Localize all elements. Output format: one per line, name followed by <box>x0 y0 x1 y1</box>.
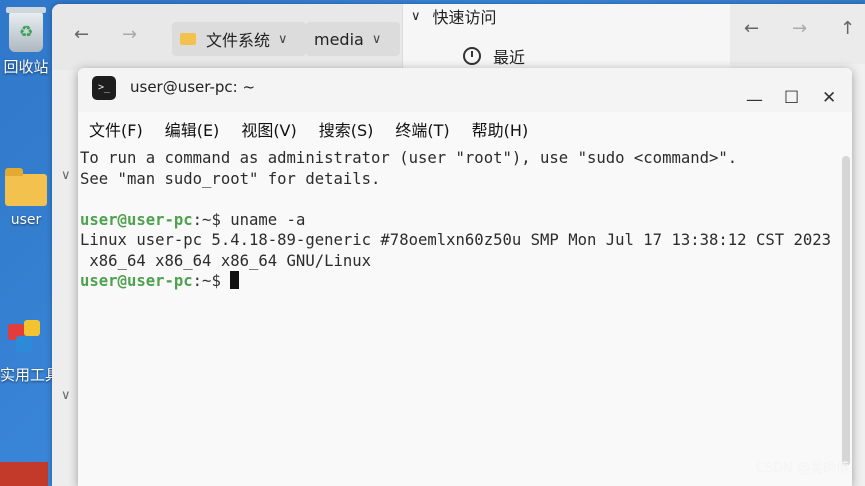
minimize-icon[interactable]: — <box>746 90 763 110</box>
desktop-icon-label: 回收站 <box>3 58 49 76</box>
taskbar-fragment <box>0 462 48 486</box>
breadcrumb-label: media <box>314 29 364 49</box>
menu-edit[interactable]: 编辑(E) <box>165 116 220 146</box>
back-arrow-icon[interactable]: ← <box>74 24 89 45</box>
menu-file[interactable]: 文件(F) <box>89 116 143 146</box>
up-arrow-icon[interactable]: ↑ <box>840 18 855 39</box>
chevron-down-icon: ∨ <box>411 8 421 24</box>
desktop-icon-user-folder[interactable]: user <box>0 168 52 228</box>
terminal-menubar: 文件(F) 编辑(E) 视图(V) 搜索(S) 终端(T) 帮助(H) <box>78 116 852 146</box>
desktop-icon-label: user <box>10 212 42 228</box>
chevron-down-icon[interactable]: ∨ <box>61 388 71 403</box>
command-line: user@user-pc:~$ uname -a <box>80 210 838 231</box>
file-manager-sidebar-edge: ∨ ∨ <box>52 70 78 486</box>
breadcrumb-media[interactable]: media ∨ <box>306 22 400 56</box>
chevron-down-icon: ∨ <box>278 31 288 47</box>
scrollbar[interactable] <box>842 156 850 466</box>
watermark: CSDN @吴師傅 <box>755 461 849 476</box>
desktop-icon-tools[interactable]: 实用工具 <box>0 314 61 385</box>
sidebar-item-recent[interactable]: 最近 <box>463 44 525 68</box>
chevron-down-icon[interactable]: ∨ <box>61 168 71 183</box>
terminal-titlebar[interactable]: >_ user@user-pc: ~ — ☐ ✕ <box>78 68 852 112</box>
text-cursor <box>230 271 240 289</box>
file-manager-nav-right: ← → ↑ <box>730 4 865 64</box>
output-line: See "man sudo_root" for details. <box>80 169 381 188</box>
desktop-icon-label: 实用工具 <box>0 366 61 384</box>
terminal-app-icon: >_ <box>92 76 116 100</box>
menu-terminal[interactable]: 终端(T) <box>395 116 449 146</box>
file-manager-toolbar: ← → 文件系统 ∨ media ∨ <box>52 4 402 70</box>
command-text: uname -a <box>220 210 306 229</box>
menu-search[interactable]: 搜索(S) <box>319 116 374 146</box>
terminal-output[interactable]: To run a command as administrator (user … <box>78 148 840 486</box>
trash-icon <box>6 7 46 52</box>
prompt-user: user@user-pc <box>80 210 193 229</box>
prompt-path: :~$ <box>192 272 221 290</box>
breadcrumb-label: 文件系统 <box>206 31 271 50</box>
desktop-icon-trash[interactable]: 回收站 <box>0 4 52 77</box>
close-icon[interactable]: ✕ <box>822 88 836 108</box>
window-title: user@user-pc: ~ <box>130 78 256 96</box>
quick-access-label: 快速访问 <box>432 8 497 27</box>
output-line: Linux user-pc 5.4.18-89-generic #78oemlx… <box>80 231 832 249</box>
chevron-down-icon: ∨ <box>371 31 382 47</box>
prompt-path: :~$ <box>192 210 221 229</box>
output-line: x86_64 x86_64 x86_64 GNU/Linux <box>80 251 372 270</box>
terminal-window: >_ user@user-pc: ~ — ☐ ✕ 文件(F) 编辑(E) 视图(… <box>78 68 852 486</box>
menu-help[interactable]: 帮助(H) <box>472 116 529 146</box>
breadcrumb-filesystem[interactable]: 文件系统 ∨ <box>172 22 306 56</box>
folder-icon <box>5 168 47 206</box>
maximize-icon[interactable]: ☐ <box>784 88 799 108</box>
prompt-user: user@user-pc <box>80 272 193 290</box>
quick-access-header[interactable]: ∨ 快速访问 <box>411 4 497 28</box>
tools-icon <box>6 320 46 360</box>
command-line: user@user-pc:~$ <box>80 271 838 292</box>
clock-icon <box>463 47 481 65</box>
back-arrow-icon[interactable]: ← <box>744 18 759 39</box>
menu-view[interactable]: 视图(V) <box>241 116 296 146</box>
output-line: To run a command as administrator (user … <box>80 149 738 167</box>
sidebar-item-label: 最近 <box>493 48 526 67</box>
folder-icon <box>180 33 196 45</box>
forward-arrow-icon[interactable]: → <box>122 24 137 45</box>
forward-arrow-icon[interactable]: → <box>792 18 807 39</box>
